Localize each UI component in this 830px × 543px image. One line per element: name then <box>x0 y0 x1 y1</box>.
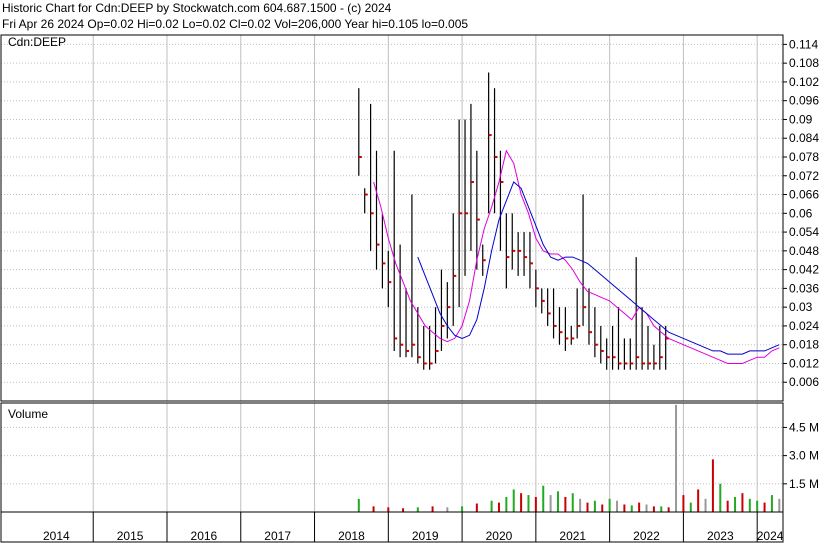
volume-bar <box>608 498 611 512</box>
volume-bar <box>756 500 759 512</box>
price-tick-label: 0.06 <box>789 206 813 220</box>
volume-bar <box>505 496 508 512</box>
price-tick-label: 0.012 <box>789 356 819 370</box>
volume-tick-label: 3.0 M <box>789 449 819 463</box>
year-label: 2021 <box>559 529 586 543</box>
volume-bar <box>770 495 773 512</box>
volume-bar <box>586 502 589 512</box>
price-tick-label: 0.048 <box>789 244 819 258</box>
volume-bar <box>734 496 737 512</box>
volume-bar <box>475 503 478 512</box>
volume-bar <box>431 506 434 512</box>
price-tick-label: 0.054 <box>789 225 819 239</box>
volume-bar <box>741 493 744 512</box>
price-tick-label: 0.042 <box>789 263 819 277</box>
volume-bar <box>645 504 648 512</box>
price-tick-label: 0.09 <box>789 112 813 126</box>
price-tick-label: 0.078 <box>789 150 819 164</box>
volume-bar <box>402 508 405 512</box>
volume-bar <box>763 502 766 512</box>
volume-bar <box>461 506 464 512</box>
price-tick-label: 0.096 <box>789 94 819 108</box>
volume-bar <box>446 507 449 512</box>
volume-bar <box>630 505 633 512</box>
volume-bar <box>490 500 493 512</box>
volume-bar <box>372 506 375 512</box>
volume-bar <box>593 500 596 512</box>
volume-bar <box>638 502 641 512</box>
price-tick-label: 0.072 <box>789 169 819 183</box>
price-tick-label: 0.006 <box>789 375 819 389</box>
price-tick-label: 0.036 <box>789 281 819 295</box>
price-tick-label: 0.102 <box>789 75 819 89</box>
volume-bar <box>652 506 655 512</box>
price-tick-label: 0.03 <box>789 300 813 314</box>
volume-bar <box>542 485 545 512</box>
year-label: 2017 <box>264 529 291 543</box>
volume-bar <box>616 500 619 512</box>
year-label: 2019 <box>412 529 439 543</box>
price-axis: 0.006 0.012 0.018 0.024 0.03 0.036 0.042 0.048 0… <box>783 37 819 389</box>
long-moving-average-line <box>417 181 780 355</box>
volume-bar <box>675 404 678 512</box>
volume-bar <box>719 483 722 512</box>
volume-bar <box>711 459 714 512</box>
volume-bar <box>497 502 500 512</box>
year-label: 2016 <box>191 529 218 543</box>
volume-bar <box>527 495 530 512</box>
price-tick-label: 0.114 <box>789 37 818 51</box>
year-label: 2018 <box>338 529 365 543</box>
volume-bar <box>416 507 419 512</box>
volume-grid <box>1 403 783 512</box>
volume-bar <box>778 498 781 512</box>
volume-bar <box>534 496 537 512</box>
volume-bar <box>689 502 692 512</box>
volume-bar <box>667 507 670 512</box>
volume-bars <box>357 404 781 512</box>
volume-tick-label: 4.5 M <box>789 420 819 434</box>
volume-bar <box>748 498 751 512</box>
price-tick-label: 0.018 <box>789 338 819 352</box>
year-label: 2014 <box>43 529 70 543</box>
volume-bar <box>571 493 574 512</box>
year-label: 2015 <box>117 529 144 543</box>
volume-bar <box>682 495 685 512</box>
volume-panel-frame <box>0 402 784 513</box>
year-label: 2023 <box>707 529 734 543</box>
price-tick-label: 0.024 <box>789 319 819 333</box>
year-axis: 2014 2015 2016 2017 2018 2019 2020 2021 2022 2023… <box>43 512 784 543</box>
price-tick-label: 0.084 <box>789 131 819 145</box>
volume-bar <box>704 498 707 512</box>
volume-bar <box>520 493 523 512</box>
stock-chart: 0.006 0.012 0.018 0.024 0.03 0.036 0.042 0.048 0… <box>0 34 819 543</box>
volume-tick-label: 1.5 M <box>789 477 819 491</box>
volume-bar <box>726 500 729 512</box>
volume-bar <box>697 489 700 512</box>
volume-bar <box>549 495 552 512</box>
volume-bar <box>512 489 515 512</box>
short-moving-average-line <box>373 149 780 364</box>
volume-bar <box>357 498 360 512</box>
volume-bar <box>623 504 626 512</box>
moving-average-lines <box>373 149 780 364</box>
price-panel-label: Cdn:DEEP <box>8 35 66 49</box>
year-label: 2022 <box>633 529 660 543</box>
volume-bar <box>660 506 663 512</box>
year-label: 2024 <box>757 529 784 543</box>
volume-bar <box>601 504 604 512</box>
volume-bar <box>556 491 559 512</box>
price-tick-label: 0.108 <box>789 56 819 70</box>
volume-bar <box>564 496 567 512</box>
price-bars <box>358 72 669 370</box>
volume-panel-label: Volume <box>8 407 48 421</box>
price-tick-label: 0.066 <box>789 188 819 202</box>
volume-bar <box>579 498 582 512</box>
volume-axis: 1.5 M 3.0 M 4.5 M <box>783 420 819 491</box>
volume-bar <box>387 507 390 512</box>
year-label: 2020 <box>486 529 513 543</box>
